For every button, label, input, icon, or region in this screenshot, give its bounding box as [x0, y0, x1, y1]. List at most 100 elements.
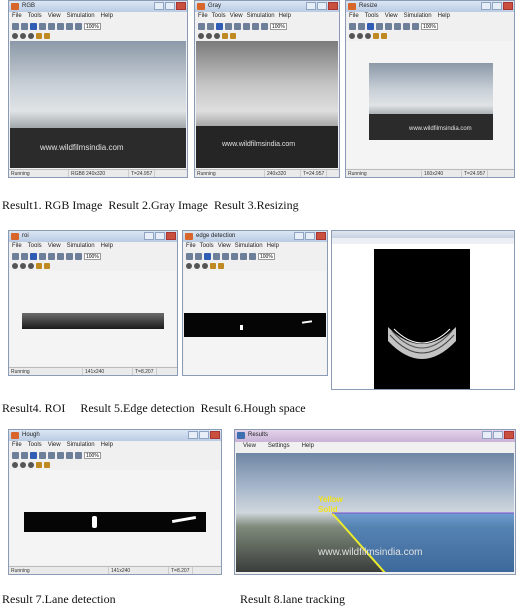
print-icon[interactable] — [12, 252, 19, 260]
inspect-icon[interactable] — [39, 252, 46, 260]
pause-icon[interactable] — [12, 262, 18, 269]
zoom-out-icon[interactable] — [57, 22, 64, 30]
zoom-out-icon[interactable] — [243, 22, 250, 30]
library-icon[interactable] — [44, 461, 50, 468]
titlebar[interactable]: edge detection — [183, 231, 327, 242]
menu-view[interactable]: View — [385, 12, 398, 21]
highlight-icon[interactable] — [210, 262, 216, 269]
info-icon[interactable] — [367, 22, 374, 30]
pause-icon[interactable] — [186, 262, 192, 269]
zoom-in-icon[interactable] — [48, 451, 55, 459]
menu-file[interactable]: File — [198, 12, 208, 21]
fit-icon[interactable] — [249, 252, 256, 260]
menu-simulation[interactable]: Simulation — [67, 242, 95, 251]
close-icon[interactable] — [316, 232, 326, 240]
zoom-field[interactable]: 100% — [270, 22, 287, 30]
minimize-icon[interactable] — [154, 2, 164, 10]
menu-file[interactable]: File — [349, 12, 359, 21]
close-icon[interactable] — [166, 232, 176, 240]
highlight-icon[interactable] — [36, 32, 42, 39]
menu-file[interactable]: File — [186, 242, 196, 251]
menu-help[interactable]: Help — [438, 12, 450, 21]
highlight-icon[interactable] — [36, 262, 42, 269]
step-icon[interactable] — [206, 32, 212, 39]
titlebar[interactable]: Hough — [9, 430, 221, 441]
titlebar[interactable]: Resize — [346, 1, 514, 12]
minimize-icon[interactable] — [306, 2, 316, 10]
menu-tools[interactable]: Tools — [28, 242, 42, 251]
pause-icon[interactable] — [198, 32, 204, 39]
maximize-icon[interactable] — [155, 232, 165, 240]
export-icon[interactable] — [195, 252, 202, 260]
titlebar[interactable] — [332, 231, 514, 238]
close-icon[interactable] — [503, 2, 513, 10]
inspect-icon[interactable] — [213, 252, 220, 260]
highlight-icon[interactable] — [36, 461, 42, 468]
pan-icon[interactable] — [252, 22, 259, 30]
menu-tools[interactable]: Tools — [200, 242, 214, 251]
export-icon[interactable] — [358, 22, 365, 30]
print-icon[interactable] — [186, 252, 193, 260]
zoom-field[interactable]: 100% — [84, 252, 101, 260]
highlight-icon[interactable] — [222, 32, 228, 39]
menu-tools[interactable]: Tools — [28, 441, 42, 450]
pan-icon[interactable] — [66, 22, 73, 30]
titlebar[interactable]: Results — [235, 430, 515, 442]
minimize-icon[interactable] — [144, 232, 154, 240]
pause-icon[interactable] — [12, 32, 18, 39]
zoom-out-icon[interactable] — [394, 22, 401, 30]
close-icon[interactable] — [504, 431, 514, 439]
close-icon[interactable] — [176, 2, 186, 10]
menu-file[interactable]: File — [12, 12, 22, 21]
menu-tools[interactable]: Tools — [28, 12, 42, 21]
menu-help[interactable]: Help — [101, 12, 113, 21]
close-icon[interactable] — [328, 2, 338, 10]
menu-file[interactable]: File — [12, 242, 22, 251]
library-icon[interactable] — [230, 32, 236, 39]
pan-icon[interactable] — [240, 252, 247, 260]
menu-help[interactable]: Help — [101, 441, 113, 450]
zoom-in-icon[interactable] — [385, 22, 392, 30]
inspect-icon[interactable] — [39, 451, 46, 459]
zoom-in-icon[interactable] — [222, 252, 229, 260]
menu-help[interactable]: Help — [302, 442, 314, 452]
zoom-field[interactable]: 100% — [258, 252, 275, 260]
menu-simulation[interactable]: Simulation — [247, 12, 275, 21]
export-icon[interactable] — [21, 22, 28, 30]
menu-help[interactable]: Help — [101, 242, 113, 251]
zoom-out-icon[interactable] — [57, 451, 64, 459]
highlight-icon[interactable] — [373, 32, 379, 39]
pause-icon[interactable] — [349, 32, 355, 39]
menu-tools[interactable]: Tools — [365, 12, 379, 21]
minimize-icon[interactable] — [482, 431, 492, 439]
info-icon[interactable] — [30, 22, 37, 30]
library-icon[interactable] — [44, 262, 50, 269]
inspect-icon[interactable] — [225, 22, 232, 30]
pan-icon[interactable] — [66, 451, 73, 459]
zoom-in-icon[interactable] — [48, 252, 55, 260]
print-icon[interactable] — [349, 22, 356, 30]
step-icon[interactable] — [194, 262, 200, 269]
stop-icon[interactable] — [202, 262, 208, 269]
pan-icon[interactable] — [403, 22, 410, 30]
stop-icon[interactable] — [28, 461, 34, 468]
step-icon[interactable] — [20, 32, 26, 39]
info-icon[interactable] — [204, 252, 211, 260]
zoom-field[interactable]: 100% — [84, 451, 101, 459]
titlebar[interactable]: RGB — [9, 1, 187, 12]
close-icon[interactable] — [210, 431, 220, 439]
library-icon[interactable] — [381, 32, 387, 39]
pause-icon[interactable] — [12, 461, 18, 468]
minimize-icon[interactable] — [188, 431, 198, 439]
export-icon[interactable] — [21, 451, 28, 459]
info-icon[interactable] — [30, 252, 37, 260]
menu-settings[interactable]: Settings — [268, 442, 290, 452]
library-icon[interactable] — [44, 32, 50, 39]
menu-tools[interactable]: Tools — [212, 12, 226, 21]
fit-icon[interactable] — [75, 451, 82, 459]
maximize-icon[interactable] — [305, 232, 315, 240]
zoom-in-icon[interactable] — [234, 22, 241, 30]
fit-icon[interactable] — [261, 22, 268, 30]
maximize-icon[interactable] — [493, 431, 503, 439]
minimize-icon[interactable] — [481, 2, 491, 10]
